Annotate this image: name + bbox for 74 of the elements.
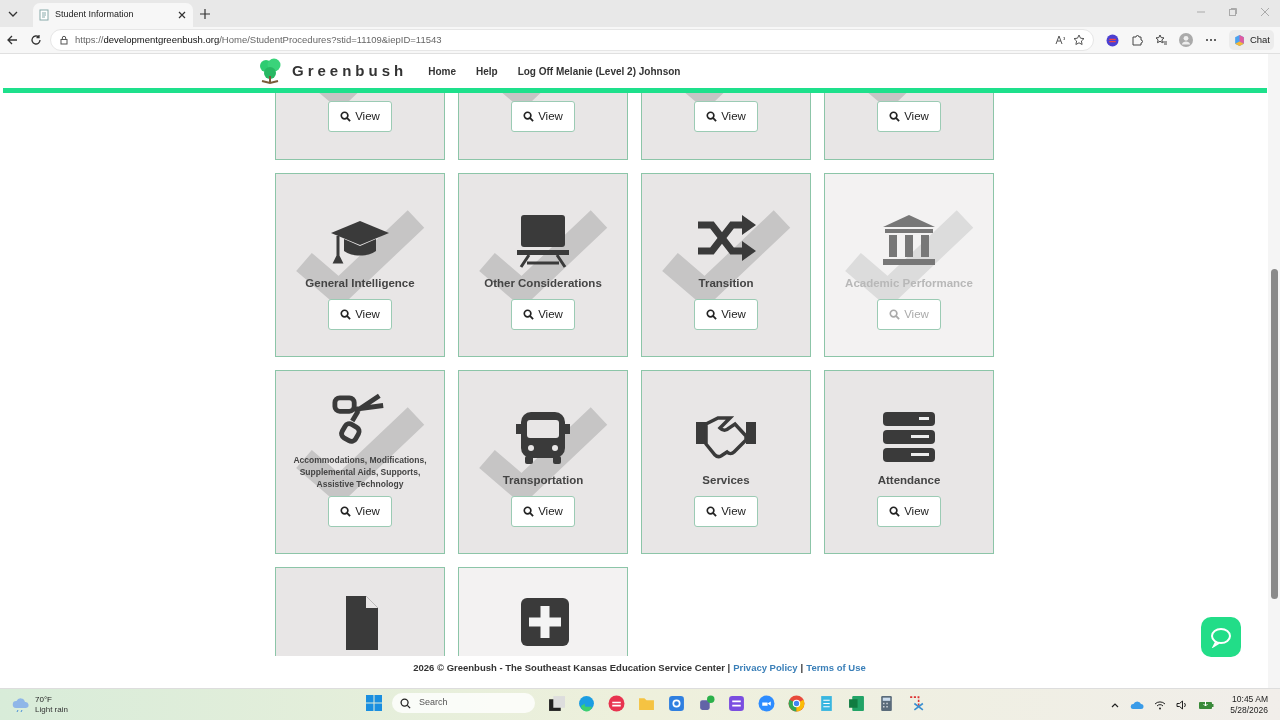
wifi-icon[interactable] xyxy=(1154,699,1167,710)
speaker-icon[interactable] xyxy=(1176,699,1189,710)
view-button[interactable]: View xyxy=(511,496,575,527)
card-title: Other Considerations xyxy=(483,276,603,292)
search-icon xyxy=(706,506,718,517)
task-view-icon[interactable] xyxy=(548,694,565,712)
search-icon xyxy=(400,697,411,709)
card-title: Academic Performance xyxy=(844,276,974,292)
battery-icon[interactable] xyxy=(1198,699,1215,710)
star-icon[interactable] xyxy=(1072,34,1085,46)
footer-separator: | xyxy=(800,660,804,675)
nav-link[interactable]: Help xyxy=(476,63,498,79)
page-icon xyxy=(39,9,49,21)
lock-icon xyxy=(59,35,69,45)
search-icon xyxy=(889,506,901,517)
card-title: Transition xyxy=(697,276,755,292)
settings-icon[interactable] xyxy=(668,694,685,712)
start-icon[interactable] xyxy=(366,695,382,711)
calculator-icon[interactable] xyxy=(878,694,895,712)
search-icon xyxy=(340,506,352,517)
favorites-icon[interactable] xyxy=(1154,34,1167,46)
card-title: Services xyxy=(701,473,751,489)
url-text: https://developmentgreenbush.org/Home/StudentProcedures?stid=11109&iepID=11543 xyxy=(75,32,443,47)
view-button[interactable]: View xyxy=(694,299,758,330)
view-button[interactable]: View xyxy=(877,101,941,132)
nav-link[interactable]: Home xyxy=(428,63,456,79)
view-button[interactable]: View xyxy=(511,101,575,132)
search-icon xyxy=(523,111,535,122)
view-button[interactable]: View xyxy=(328,101,392,132)
app-icon[interactable] xyxy=(728,694,745,712)
refresh-icon[interactable] xyxy=(30,34,42,46)
extension-icon[interactable] xyxy=(1105,33,1119,47)
cloud-icon[interactable] xyxy=(1130,699,1145,710)
close-icon[interactable] xyxy=(177,10,187,20)
card-title: Transportation xyxy=(501,473,585,489)
card-title: General Intelligence xyxy=(304,276,416,292)
search-icon xyxy=(706,309,718,320)
search-icon xyxy=(706,111,718,122)
chat-icon xyxy=(1210,626,1232,648)
card-title: Accommodations, Modifications, Supplemental Aids, Supports, Assistive Technology xyxy=(292,454,428,491)
search-icon xyxy=(889,111,901,122)
address-bar[interactable]: https://developmentgreenbush.org/Home/StudentProcedures?stid=11109&iepID=11543 xyxy=(50,29,1094,51)
chat-button[interactable]: Chat xyxy=(1228,30,1274,50)
snipping-tool-icon[interactable] xyxy=(908,694,925,712)
tab-title: Student Information xyxy=(55,8,135,22)
app-icon[interactable] xyxy=(608,694,625,712)
view-button[interactable]: View xyxy=(877,496,941,527)
read-aloud-icon[interactable] xyxy=(1054,34,1067,46)
terms-link[interactable]: Terms of Use xyxy=(806,660,866,676)
search-icon xyxy=(340,111,352,122)
search-icon xyxy=(523,506,535,517)
search-icon xyxy=(523,309,535,320)
nav-link[interactable]: Log Off Melanie (Level 2) Johnson xyxy=(517,63,681,79)
search-icon xyxy=(340,309,352,320)
view-button[interactable]: View xyxy=(694,496,758,527)
taskbar-search-field[interactable]: Search xyxy=(392,693,535,713)
privacy-policy-link[interactable]: Privacy Policy xyxy=(733,660,798,676)
scrollbar[interactable] xyxy=(1268,54,1280,688)
back-icon[interactable] xyxy=(6,34,18,46)
view-button[interactable]: View xyxy=(328,496,392,527)
weather-text: Light rain xyxy=(35,704,68,715)
browser-tab[interactable]: Student Information xyxy=(33,3,193,27)
new-tab-icon[interactable] xyxy=(199,8,211,20)
card-title: Attendance xyxy=(876,473,942,489)
view-button[interactable]: View xyxy=(694,101,758,132)
logo-text: Greenbush xyxy=(292,60,408,81)
temperature: 70°F xyxy=(35,694,53,705)
clock-date: 5/28/2026 xyxy=(1230,704,1268,716)
clock-time: 10:45 AM xyxy=(1232,693,1268,705)
view-button[interactable]: View xyxy=(328,299,392,330)
search-icon xyxy=(889,309,901,320)
footer-text: 2026 © Greenbush - The Southeast Kansas Education Service Center | xyxy=(413,660,731,675)
view-button[interactable]: View xyxy=(511,299,575,330)
cloud-rain-icon xyxy=(12,696,30,713)
